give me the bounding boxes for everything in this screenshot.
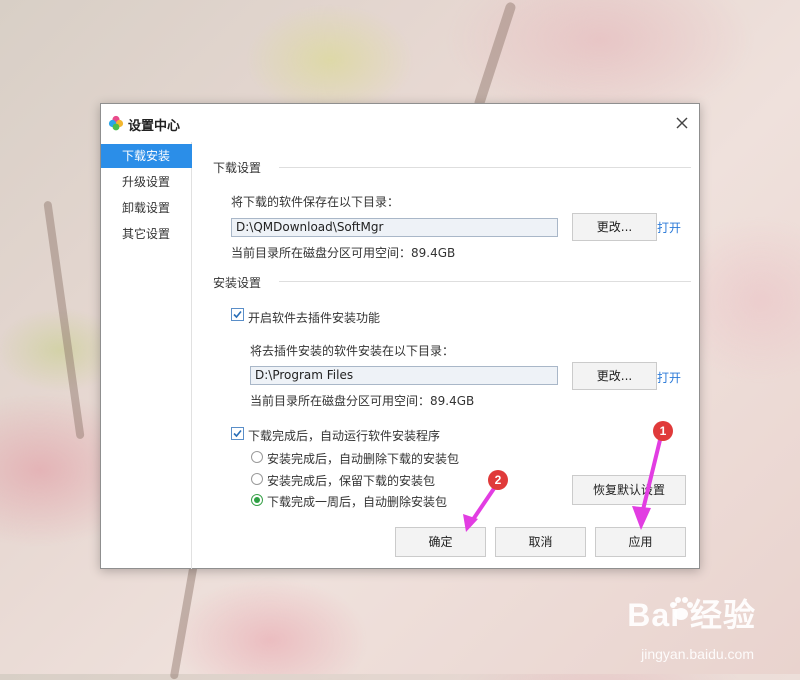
radio-keep-package[interactable] bbox=[251, 473, 263, 485]
open-install-dir-link[interactable]: 打开 bbox=[657, 369, 681, 386]
watermark-url: jingyan.baidu.com bbox=[641, 646, 754, 662]
step-badge-2: 2 bbox=[488, 470, 508, 490]
branch-decoration bbox=[473, 1, 517, 109]
install-free-space: 当前目录所在磁盘分区可用空间：89.4GB bbox=[250, 394, 475, 408]
auto-run-checkbox[interactable] bbox=[231, 427, 244, 440]
app-logo-icon bbox=[108, 115, 124, 131]
ok-button[interactable]: 确定 bbox=[395, 527, 486, 557]
install-dir-label: 将去插件安装的软件安装在以下目录： bbox=[250, 344, 455, 358]
download-section-title: 下载设置 bbox=[213, 161, 262, 175]
paw-icon bbox=[670, 597, 693, 620]
sidebar-item-uninstall[interactable]: 卸载设置 bbox=[101, 196, 192, 220]
restore-defaults-button[interactable]: 恢复默认设置 bbox=[572, 475, 686, 505]
radio-keep-package-label: 安装完成后，保留下载的安装包 bbox=[267, 474, 436, 488]
plugin-free-checkbox[interactable] bbox=[231, 308, 244, 321]
sidebar: 下载安装 升级设置 卸载设置 其它设置 bbox=[101, 142, 192, 569]
sidebar-item-other[interactable]: 其它设置 bbox=[101, 222, 192, 246]
auto-run-label: 下载完成后，自动运行软件安装程序 bbox=[248, 429, 441, 443]
checkmark-icon bbox=[233, 310, 242, 319]
download-path-field[interactable]: D:\QMDownload\SoftMgr bbox=[231, 218, 558, 237]
divider bbox=[279, 167, 691, 168]
radio-delete-after-week[interactable] bbox=[251, 494, 263, 506]
open-download-dir-link[interactable]: 打开 bbox=[657, 219, 681, 236]
change-download-dir-button[interactable]: 更改... bbox=[572, 213, 657, 241]
checkmark-icon bbox=[233, 429, 242, 438]
change-install-dir-button[interactable]: 更改... bbox=[572, 362, 657, 390]
close-icon[interactable] bbox=[675, 116, 689, 130]
sidebar-item-download-install[interactable]: 下载安装 bbox=[101, 144, 192, 168]
step-badge-1: 1 bbox=[653, 421, 673, 441]
radio-delete-after-week-label: 下载完成一周后，自动删除安装包 bbox=[267, 495, 448, 509]
cancel-button[interactable]: 取消 bbox=[495, 527, 586, 557]
install-section-title: 安装设置 bbox=[213, 276, 262, 290]
save-dir-label: 将下载的软件保存在以下目录： bbox=[231, 195, 400, 209]
radio-delete-after-install-label: 安装完成后，自动删除下载的安装包 bbox=[267, 452, 460, 466]
branch-decoration bbox=[43, 200, 85, 440]
download-free-space: 当前目录所在磁盘分区可用空间：89.4GB bbox=[231, 246, 456, 260]
install-path-field[interactable]: D:\Program Files bbox=[250, 366, 558, 385]
divider bbox=[279, 281, 691, 282]
branch-decoration bbox=[169, 560, 199, 680]
radio-delete-after-install[interactable] bbox=[251, 451, 263, 463]
apply-button[interactable]: 应用 bbox=[595, 527, 686, 557]
sidebar-item-upgrade[interactable]: 升级设置 bbox=[101, 170, 192, 194]
title-bar: 设置中心 bbox=[101, 104, 699, 142]
settings-dialog: 设置中心 下载安装 升级设置 卸载设置 其它设置 下载设置 将下载的软件保存在以… bbox=[100, 103, 700, 569]
dialog-title: 设置中心 bbox=[128, 119, 181, 134]
plugin-free-label: 开启软件去插件安装功能 bbox=[248, 311, 381, 325]
